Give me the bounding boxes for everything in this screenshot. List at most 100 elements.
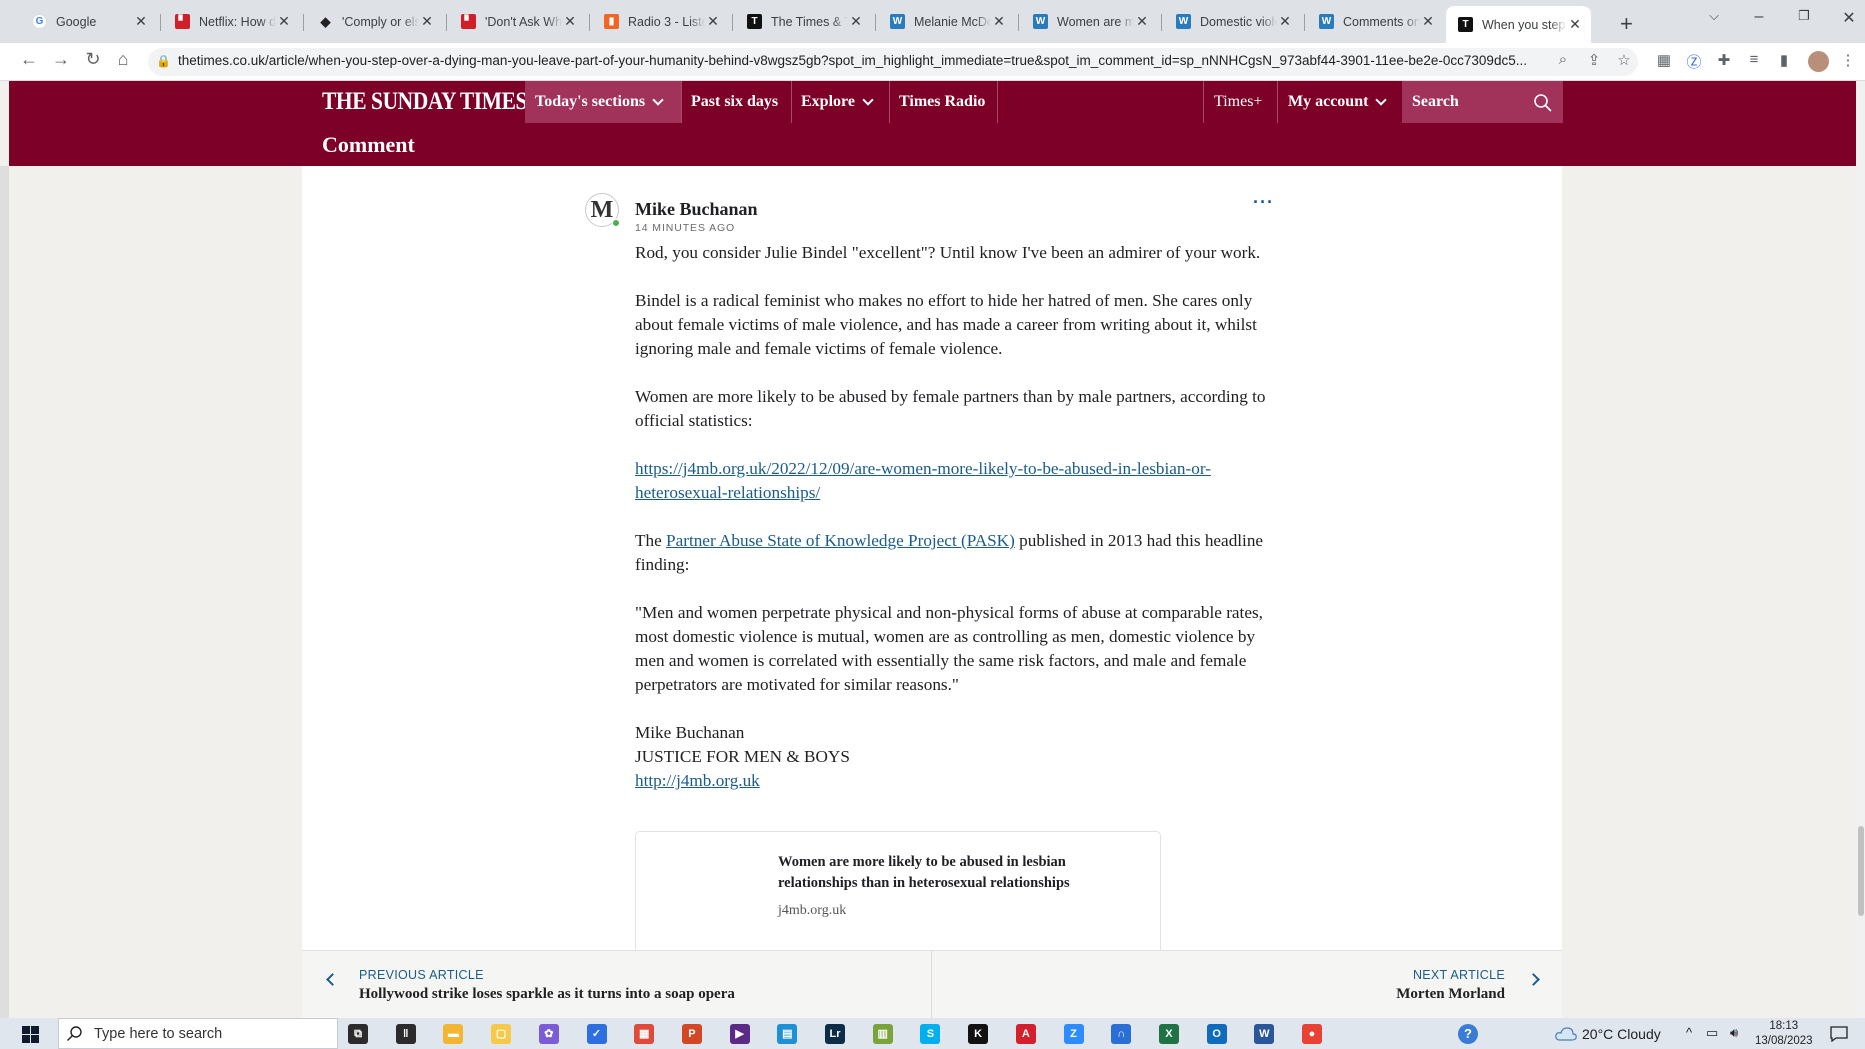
battery-icon[interactable]: ▭ xyxy=(1706,1025,1718,1041)
close-tab-icon[interactable]: ✕ xyxy=(1277,13,1293,30)
cloud-icon[interactable] xyxy=(1554,1026,1578,1042)
app-arc-icon[interactable]: ∩ xyxy=(1111,1024,1132,1044)
nav-past-six-days[interactable]: Past six days xyxy=(681,81,788,123)
profile-avatar-icon[interactable] xyxy=(1808,51,1829,72)
browser-tab[interactable]: ▮ Radio 3 - Listen✕ xyxy=(592,8,729,35)
scrollbar-thumb[interactable] xyxy=(1858,826,1864,916)
app-blue-icon[interactable]: ▤ xyxy=(777,1024,798,1044)
forward-icon[interactable]: → xyxy=(49,49,73,70)
close-tab-icon[interactable]: ✕ xyxy=(133,13,149,30)
diamond-icon: ◆ xyxy=(320,13,331,29)
previous-article-title[interactable]: Hollywood strike loses sparkle as it tur… xyxy=(359,986,735,1003)
reading-list-icon[interactable]: ≡ xyxy=(1744,51,1764,71)
comment-author[interactable]: Mike Buchanan xyxy=(635,199,758,220)
side-panel-icon[interactable]: ▮ xyxy=(1774,51,1794,71)
browser-tab[interactable]: ◆ 'Comply or else'✕ xyxy=(306,8,443,35)
help-icon[interactable]: ? xyxy=(1458,1024,1478,1044)
close-tab-icon[interactable]: ✕ xyxy=(848,13,864,30)
search-icon[interactable] xyxy=(1533,93,1553,113)
close-tab-icon[interactable]: ✕ xyxy=(276,13,292,30)
site-search-label-wrap[interactable]: Search xyxy=(1402,81,1469,123)
zoom-icon[interactable]: Z xyxy=(1063,1024,1084,1044)
wordpress-red-icon: ▘ xyxy=(175,14,190,29)
lightroom-icon[interactable]: Lr xyxy=(825,1024,845,1044)
browser-tab[interactable]: W Women are mor✕ xyxy=(1021,8,1158,35)
pask-link[interactable]: Partner Abuse State of Knowledge Project… xyxy=(666,531,1015,550)
close-tab-icon[interactable]: ✕ xyxy=(991,13,1007,30)
home-icon[interactable]: ⌂ xyxy=(111,49,135,70)
file-explorer-icon[interactable]: ▬ xyxy=(443,1024,464,1044)
nav-my-account[interactable]: My account xyxy=(1278,81,1395,123)
browser-tab[interactable]: T The Times & Th✕ xyxy=(735,8,872,35)
skype-icon[interactable]: S xyxy=(920,1024,941,1044)
word-icon[interactable]: W xyxy=(1254,1024,1275,1044)
next-article-title[interactable]: Morten Morland xyxy=(1396,986,1505,1003)
browser-tab[interactable]: G Google ✕ xyxy=(20,8,157,35)
powerpoint-icon[interactable]: P xyxy=(681,1024,702,1044)
close-tab-icon[interactable]: ✕ xyxy=(419,13,435,30)
widgets-icon[interactable]: ‖ xyxy=(395,1024,416,1044)
close-tab-icon[interactable]: ✕ xyxy=(1420,13,1436,30)
next-article-label[interactable]: NEXT ARTICLE xyxy=(1413,968,1505,982)
excel-icon[interactable]: X xyxy=(1158,1024,1179,1044)
restore-button[interactable]: ❐ xyxy=(1787,8,1821,24)
tab-search-icon[interactable]: ⌵ xyxy=(1697,8,1731,24)
tab-separator xyxy=(446,14,447,31)
extensions-puzzle-icon[interactable]: ✚ xyxy=(1714,51,1734,71)
speaker-icon[interactable]: 🔊︎ xyxy=(1730,1025,1738,1041)
browser-tab[interactable]: T When you step ✕ xyxy=(1446,6,1591,43)
task-view-icon[interactable]: ⧉ xyxy=(348,1024,368,1044)
minimize-button[interactable]: – xyxy=(1742,8,1776,26)
signature-link[interactable]: http://j4mb.org.uk xyxy=(635,771,760,790)
nav-times-radio[interactable]: Times Radio xyxy=(889,81,995,123)
app-k-icon[interactable]: K xyxy=(968,1024,989,1044)
close-tab-icon[interactable]: ✕ xyxy=(705,13,721,30)
photos-icon[interactable]: ✿ xyxy=(538,1024,559,1044)
new-tab-button[interactable]: + xyxy=(1620,11,1633,37)
chrome-icon[interactable]: ● xyxy=(1302,1024,1322,1044)
back-icon[interactable]: ← xyxy=(17,49,41,70)
app-green-icon[interactable]: ▥ xyxy=(872,1024,893,1044)
clock-date: 13/08/2023 xyxy=(1755,1035,1813,1047)
close-tab-icon[interactable]: ✕ xyxy=(1567,16,1583,33)
outlook-icon[interactable]: O xyxy=(1206,1024,1227,1044)
browser-tab[interactable]: W Comments on ✕ xyxy=(1307,8,1444,35)
extension-z-icon[interactable]: Ⓩ xyxy=(1684,51,1704,71)
share-icon[interactable]: ⇪ xyxy=(1584,51,1604,71)
taskbar-search-placeholder[interactable]: Type here to search xyxy=(94,1026,222,1042)
lock-icon[interactable]: 🔒 xyxy=(156,54,171,68)
todo-icon[interactable]: ✓ xyxy=(586,1024,607,1044)
nav-times-plus[interactable]: Times+ xyxy=(1204,81,1272,123)
site-logo[interactable]: THE SUNDAY TIMES xyxy=(322,88,527,116)
nav-explore[interactable]: Explore xyxy=(791,81,882,123)
comment-menu-icon[interactable]: ··· xyxy=(1253,192,1274,213)
close-tab-icon[interactable]: ✕ xyxy=(1134,13,1150,30)
sticky-notes-icon[interactable]: ▢ xyxy=(491,1024,512,1044)
previous-article-label[interactable]: PREVIOUS ARTICLE xyxy=(359,968,484,982)
nav-todays-sections[interactable]: Today's sections xyxy=(525,81,681,123)
acrobat-icon[interactable]: A xyxy=(1015,1024,1036,1044)
windows-start-icon[interactable] xyxy=(22,1026,39,1043)
zoom-icon[interactable]: ⌕ xyxy=(1553,51,1573,71)
j4mb-article-link[interactable]: https://j4mb.org.uk/2022/12/09/are-women… xyxy=(635,459,1211,502)
article-navigation-divider xyxy=(931,950,932,1018)
extension-calculator-icon[interactable]: ▦ xyxy=(1654,51,1674,71)
close-tab-icon[interactable]: ✕ xyxy=(562,13,578,30)
weather-text[interactable]: 20°C Cloudy xyxy=(1582,1026,1661,1042)
url-text[interactable]: thetimes.co.uk/article/when-you-step-ove… xyxy=(178,53,1548,68)
taskbar-clock[interactable]: 18:13 13/08/2023 xyxy=(1755,1019,1813,1049)
browser-tab[interactable]: ▘ 'Don't Ask Why ✕ xyxy=(449,8,586,35)
chevron-up-icon[interactable]: ^ xyxy=(1686,1025,1692,1040)
app-purple-icon[interactable]: ▶ xyxy=(729,1024,750,1044)
notification-icon[interactable] xyxy=(1830,1026,1848,1042)
close-window-button[interactable]: ✕ xyxy=(1832,8,1865,28)
browser-tab[interactable]: W Melanie McDon✕ xyxy=(878,8,1015,35)
chrome-menu-icon[interactable]: ⋮ xyxy=(1838,51,1858,71)
link-preview-title[interactable]: Women are more likely to be abused in le… xyxy=(778,852,1098,894)
reload-icon[interactable]: ↻ xyxy=(81,49,105,70)
microsoft-store-icon[interactable]: ▦ xyxy=(634,1024,655,1044)
section-title[interactable]: Comment xyxy=(322,132,415,158)
browser-tab[interactable]: ▘ Netflix: How did✕ xyxy=(163,8,300,35)
bookmark-star-icon[interactable]: ☆ xyxy=(1614,51,1634,71)
browser-tab[interactable]: W Domestic violen✕ xyxy=(1164,8,1301,35)
